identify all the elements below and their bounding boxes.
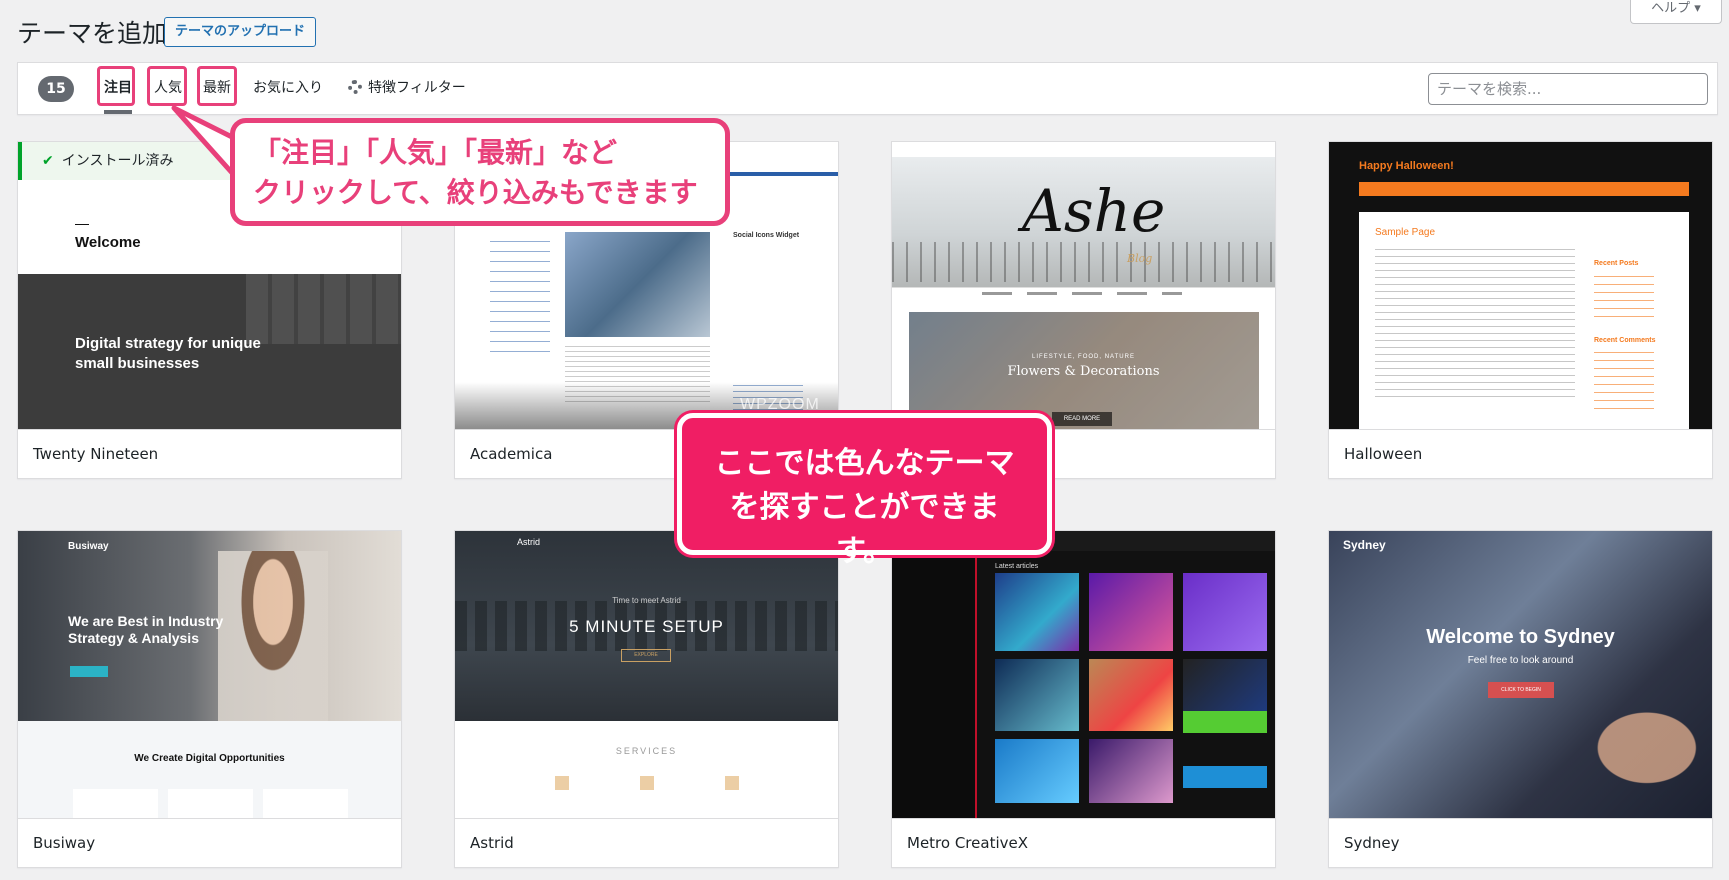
theme-name: Astrid — [455, 818, 838, 867]
theme-card-busiway[interactable]: Busiway We are Best in Industry Strategy… — [17, 530, 402, 868]
theme-name: Busiway — [18, 818, 401, 867]
gear-icon — [348, 80, 362, 94]
theme-card-sydney[interactable]: Sydney Welcome to Sydney Feel free to lo… — [1328, 530, 1713, 868]
theme-search-input[interactable] — [1428, 73, 1708, 105]
theme-screenshot[interactable]: Astrid Time to meet Astrid 5 MINUTE SETU… — [455, 531, 838, 818]
theme-name: Metro CreativeX — [892, 818, 1275, 867]
theme-screenshot[interactable]: Ashe Blog LIFESTYLE, FOOD, NATURE Flower… — [892, 142, 1275, 429]
theme-name: Twenty Nineteen — [18, 429, 401, 478]
theme-screenshot[interactable]: Busiway We are Best in Industry Strategy… — [18, 531, 401, 818]
annotation-callout-filter: 「注目」「人気」「最新」など クリックして、絞り込みもできます — [230, 118, 730, 226]
help-tab[interactable]: ヘルプ ▾ — [1630, 0, 1722, 24]
theme-name: Sydney — [1329, 818, 1712, 867]
theme-card-metro-creativex[interactable]: Latest articles Metro CreativeX — [891, 530, 1276, 868]
highlight-popular — [147, 66, 187, 106]
theme-screenshot[interactable]: Latest articles — [892, 531, 1275, 818]
check-icon: ✔ — [42, 153, 54, 169]
highlight-featured — [97, 66, 135, 106]
highlight-latest — [197, 66, 237, 106]
theme-card-astrid[interactable]: Astrid Time to meet Astrid 5 MINUTE SETU… — [454, 530, 839, 868]
feature-filter-button[interactable]: 特徴フィルター — [348, 77, 466, 99]
tab-favorites[interactable]: お気に入り — [253, 77, 323, 99]
theme-name: Halloween — [1329, 429, 1712, 478]
theme-filter-bar: 15 注目 人気 最新 お気に入り 特徴フィルター — [17, 62, 1718, 115]
theme-count-badge: 15 — [38, 76, 74, 102]
theme-screenshot[interactable]: Sydney Welcome to Sydney Feel free to lo… — [1329, 531, 1712, 818]
page-title: テーマを追加 — [17, 19, 168, 48]
upload-theme-button[interactable]: テーマのアップロード — [164, 17, 317, 47]
theme-screenshot[interactable]: Happy Halloween! Sample Page Recent Post… — [1329, 142, 1712, 429]
theme-card-halloween[interactable]: Happy Halloween! Sample Page Recent Post… — [1328, 141, 1713, 479]
annotation-callout-themes: ここでは色んなテーマ を探すことができます。 — [677, 413, 1052, 569]
